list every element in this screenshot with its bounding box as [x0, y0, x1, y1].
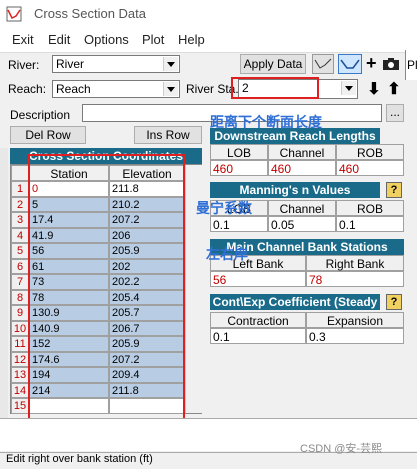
reach-select[interactable]: Reach	[52, 80, 180, 98]
row-number: 5	[11, 243, 29, 259]
downstream-rob-input[interactable]: 460	[336, 160, 404, 176]
row-number: 1	[11, 181, 29, 197]
menu-options[interactable]: Options	[84, 32, 129, 47]
row-number: 11	[11, 336, 29, 352]
contraction-input[interactable]: 0.1	[210, 328, 306, 344]
manning-rob-input[interactable]: 0.1	[336, 216, 404, 232]
downstream-channel-input[interactable]: 460	[268, 160, 336, 176]
row-number: 15	[11, 398, 29, 414]
right-bank-input[interactable]: 78	[306, 271, 404, 287]
section-data-highlight-box	[28, 154, 185, 430]
chevron-down-icon[interactable]	[341, 81, 356, 95]
downstream-annotation: 距离下个断面长度	[210, 114, 322, 130]
row-number: 6	[11, 258, 29, 274]
menu-edit[interactable]: Edit	[48, 32, 70, 47]
background-window-edge	[0, 148, 8, 418]
row-number: 8	[11, 289, 29, 305]
chevron-down-icon[interactable]	[163, 82, 178, 96]
camera-icon[interactable]	[382, 57, 400, 71]
cross-section-icon[interactable]	[338, 54, 362, 74]
bank-annotation: 左右岸	[206, 246, 248, 262]
downstream-channel-header: Channel	[268, 144, 336, 160]
river-value: River	[56, 57, 85, 71]
description-label: Description	[10, 108, 71, 122]
river-select[interactable]: River	[52, 55, 180, 73]
app-icon	[6, 6, 22, 22]
reach-value: Reach	[56, 82, 91, 96]
left-bank-input[interactable]: 56	[210, 271, 306, 287]
row-number: 3	[11, 212, 29, 228]
right-bank-header: Right Bank	[306, 255, 404, 271]
manning-lob-input[interactable]: 0.1	[210, 216, 268, 232]
manning-annotation: 曼宁系数	[196, 200, 252, 216]
row-number: 4	[11, 227, 29, 243]
row-number: 9	[11, 305, 29, 321]
plot-icon[interactable]	[312, 54, 334, 74]
row-number: 13	[11, 367, 29, 383]
row-number: 2	[11, 196, 29, 212]
window-title: Cross Section Data	[34, 6, 146, 21]
chevron-down-icon[interactable]	[163, 57, 178, 71]
apply-data-button[interactable]: Apply Data	[240, 54, 306, 74]
menu-help[interactable]: Help	[178, 32, 205, 47]
downstream-lob-input[interactable]: 460	[210, 160, 268, 176]
cont-exp-help-icon[interactable]: ?	[386, 294, 402, 310]
river-label: River:	[8, 58, 40, 72]
description-more-button[interactable]: ...	[386, 104, 404, 122]
row-number: 10	[11, 320, 29, 336]
right-panel-label: Pl	[407, 58, 417, 72]
menu-plot[interactable]: Plot	[142, 32, 164, 47]
reach-label: Reach:	[8, 82, 47, 96]
menu-exit[interactable]: Exit	[12, 32, 34, 47]
cont-exp-title: Cont\Exp Coefficient (Steady	[210, 294, 380, 310]
watermark: CSDN @安-芸熙	[300, 443, 383, 455]
row-number: 7	[11, 274, 29, 290]
contraction-header: Contraction	[210, 312, 306, 328]
del-row-button[interactable]: Del Row	[10, 126, 86, 144]
row-header-corner	[11, 165, 29, 181]
expansion-input[interactable]: 0.3	[306, 328, 404, 344]
manning-rob-header: ROB	[336, 200, 404, 216]
expansion-header: Expansion	[306, 312, 404, 328]
ins-row-button[interactable]: Ins Row	[134, 126, 202, 144]
row-number: 14	[11, 382, 29, 398]
manning-channel-input[interactable]: 0.05	[268, 216, 336, 232]
downstream-lob-header: LOB	[210, 144, 268, 160]
add-icon[interactable]: +	[366, 54, 382, 74]
manning-channel-header: Channel	[268, 200, 336, 216]
status-text: Edit right over bank station (ft)	[6, 453, 153, 465]
row-number: 12	[11, 351, 29, 367]
manning-help-icon[interactable]: ?	[386, 182, 402, 198]
manning-title: Manning's n Values	[210, 182, 380, 198]
arrow-down-icon[interactable]: ⬇	[366, 79, 382, 99]
river-sta-highlight-box	[231, 77, 319, 99]
downstream-rob-header: ROB	[336, 144, 404, 160]
arrow-up-icon[interactable]: ⬆	[386, 79, 402, 99]
